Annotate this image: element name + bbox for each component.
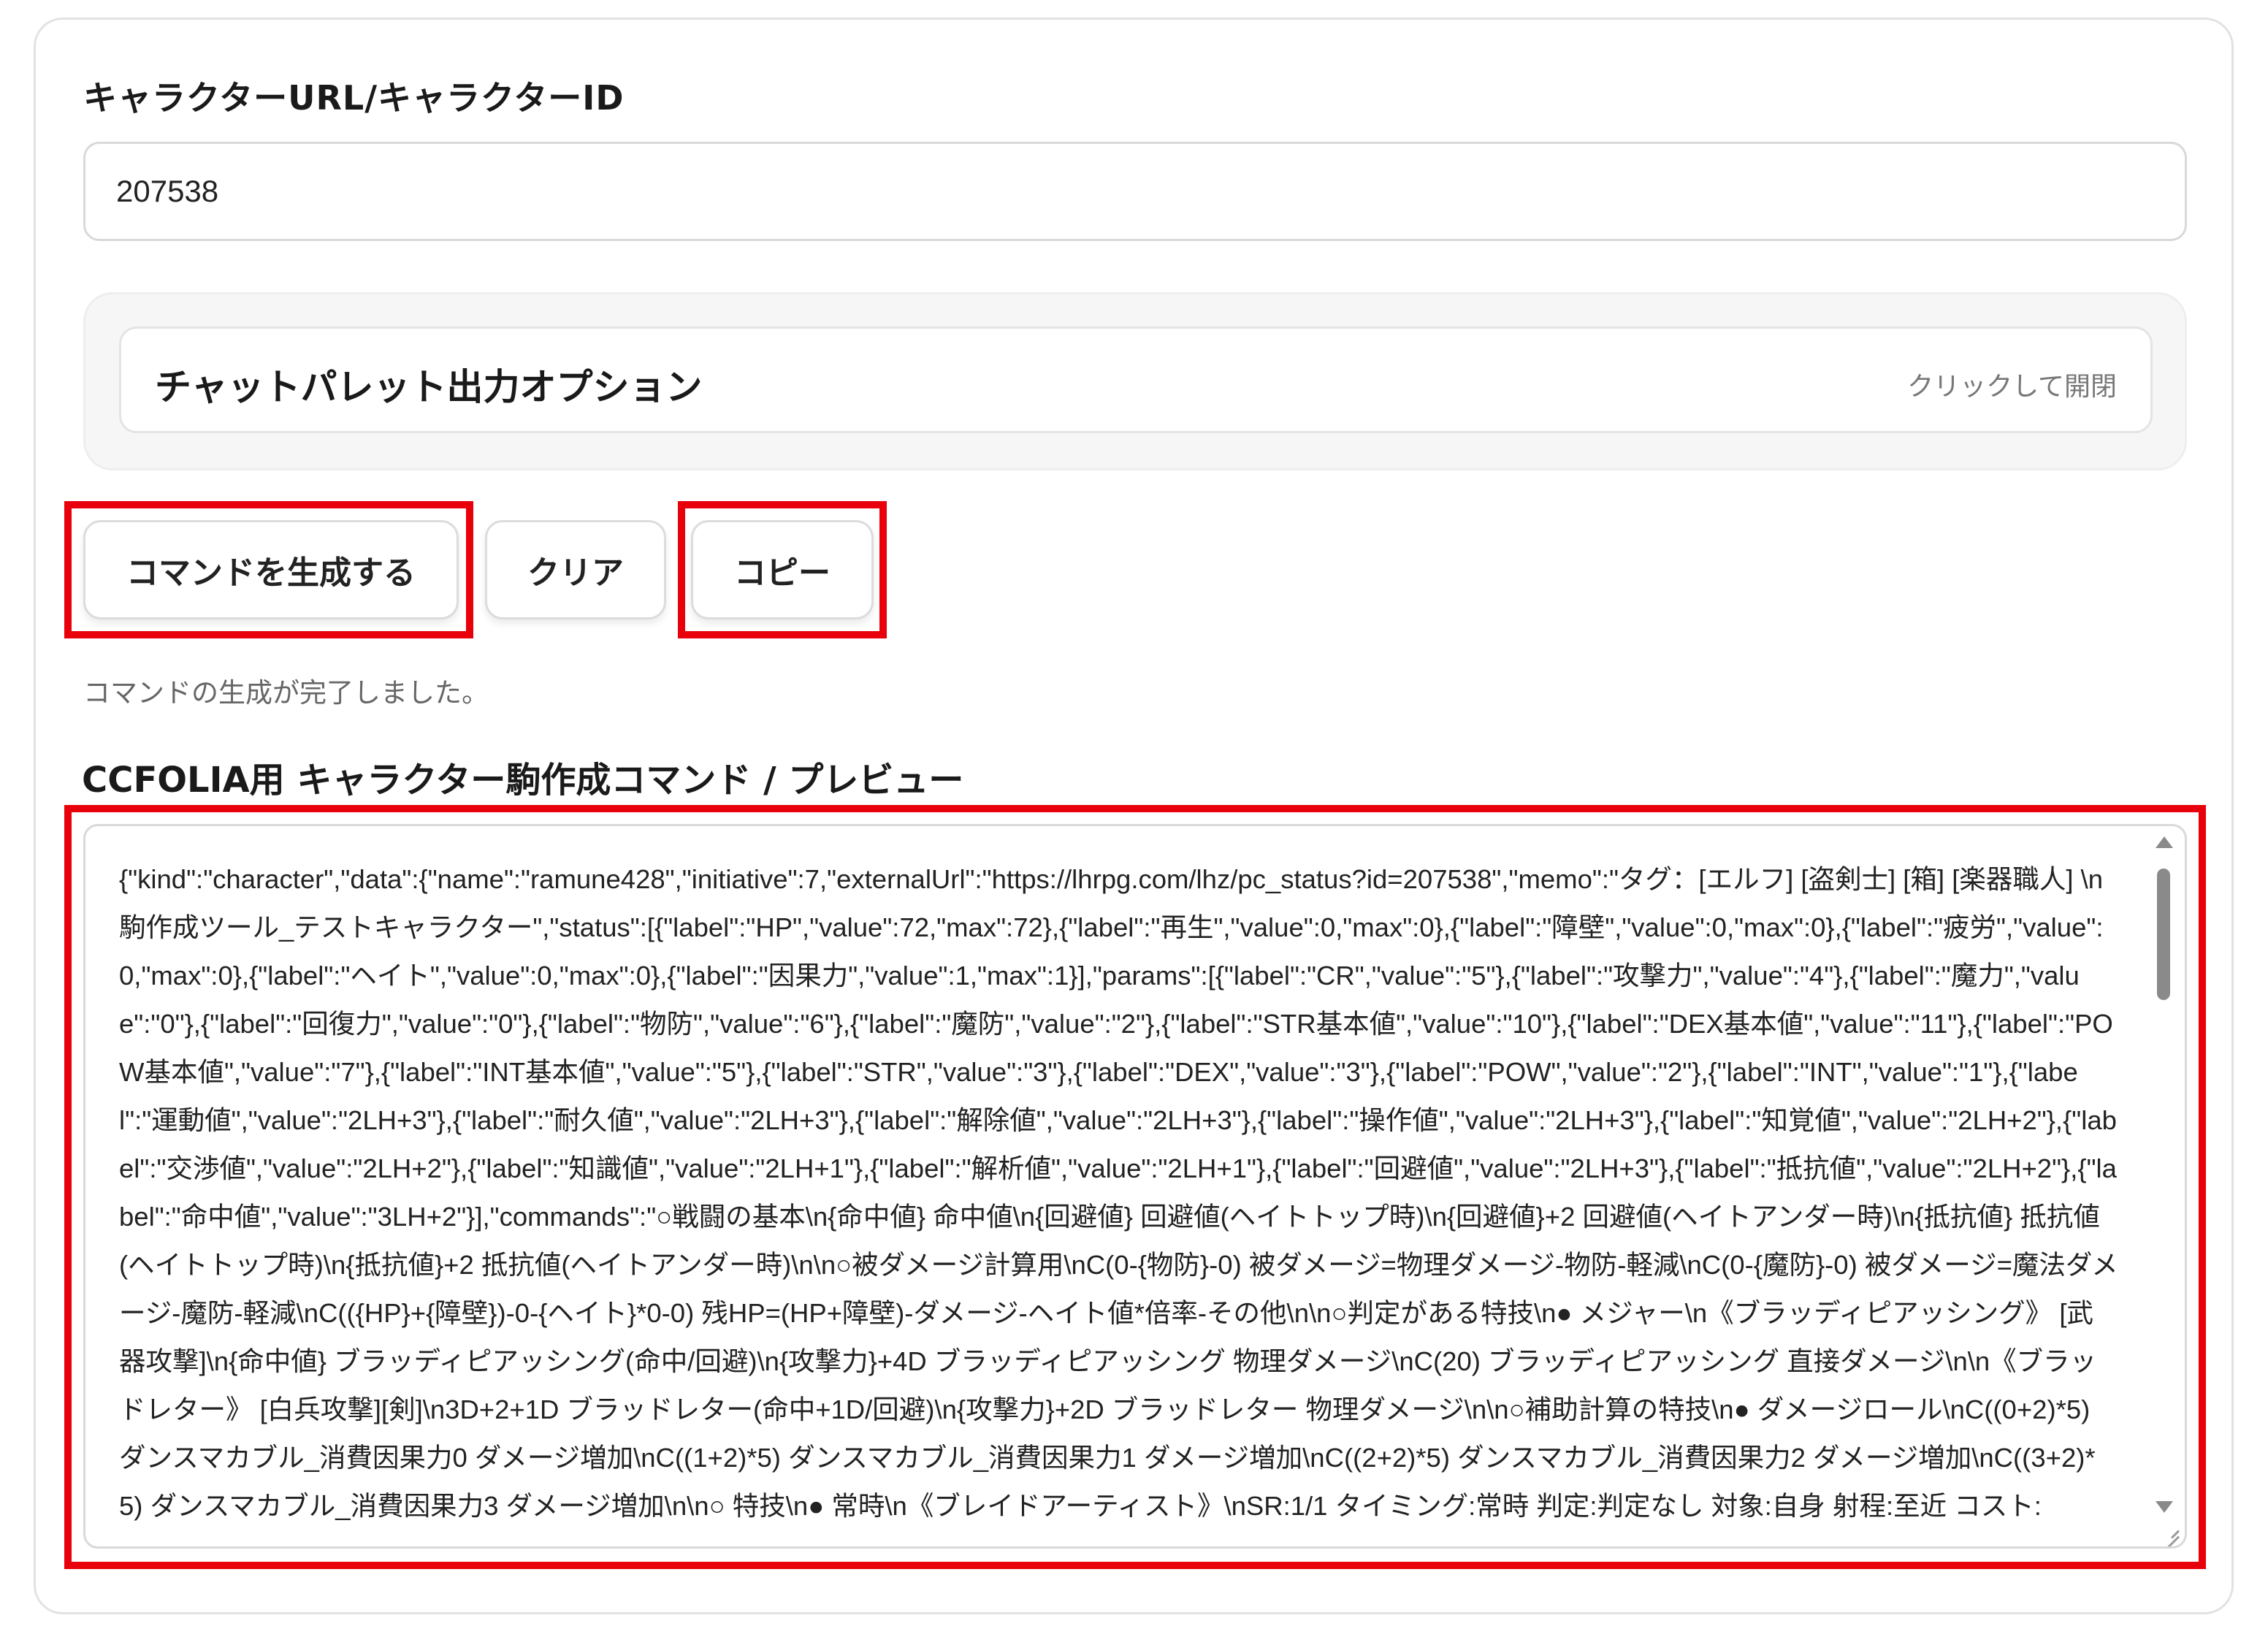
scroll-up-arrow-icon[interactable] xyxy=(2156,836,2173,848)
copy-button[interactable]: コピー xyxy=(691,520,874,619)
character-id-input[interactable] xyxy=(83,142,2187,241)
scroll-down-arrow-icon[interactable] xyxy=(2156,1501,2173,1513)
preview-scrollbar[interactable] xyxy=(2151,833,2177,1535)
generate-command-button[interactable]: コマンドを生成する xyxy=(83,520,459,619)
chat-palette-options-toggle[interactable]: チャットパレット出力オプション クリックして開閉 xyxy=(119,327,2153,433)
command-preview-text: {"kind":"character","data":{"name":"ramu… xyxy=(119,864,2118,1521)
clear-button[interactable]: クリア xyxy=(485,520,666,619)
chat-palette-options-title: チャットパレット出力オプション xyxy=(155,366,703,408)
scrollbar-thumb[interactable] xyxy=(2157,869,2170,1000)
command-preview-textarea[interactable]: {"kind":"character","data":{"name":"ramu… xyxy=(83,824,2187,1549)
preview-label: CCFOLIA用 キャラクター駒作成コマンド / プレビュー xyxy=(82,760,964,801)
resize-grip-icon[interactable] xyxy=(2163,1525,2179,1541)
toggle-hint: クリックして開閉 xyxy=(1907,372,2117,402)
status-message: コマンドの生成が完了しました。 xyxy=(83,677,489,709)
character-url-label: キャラクターURL/キャラクターID xyxy=(83,78,625,118)
chat-palette-options-panel: チャットパレット出力オプション クリックして開閉 xyxy=(83,292,2187,470)
